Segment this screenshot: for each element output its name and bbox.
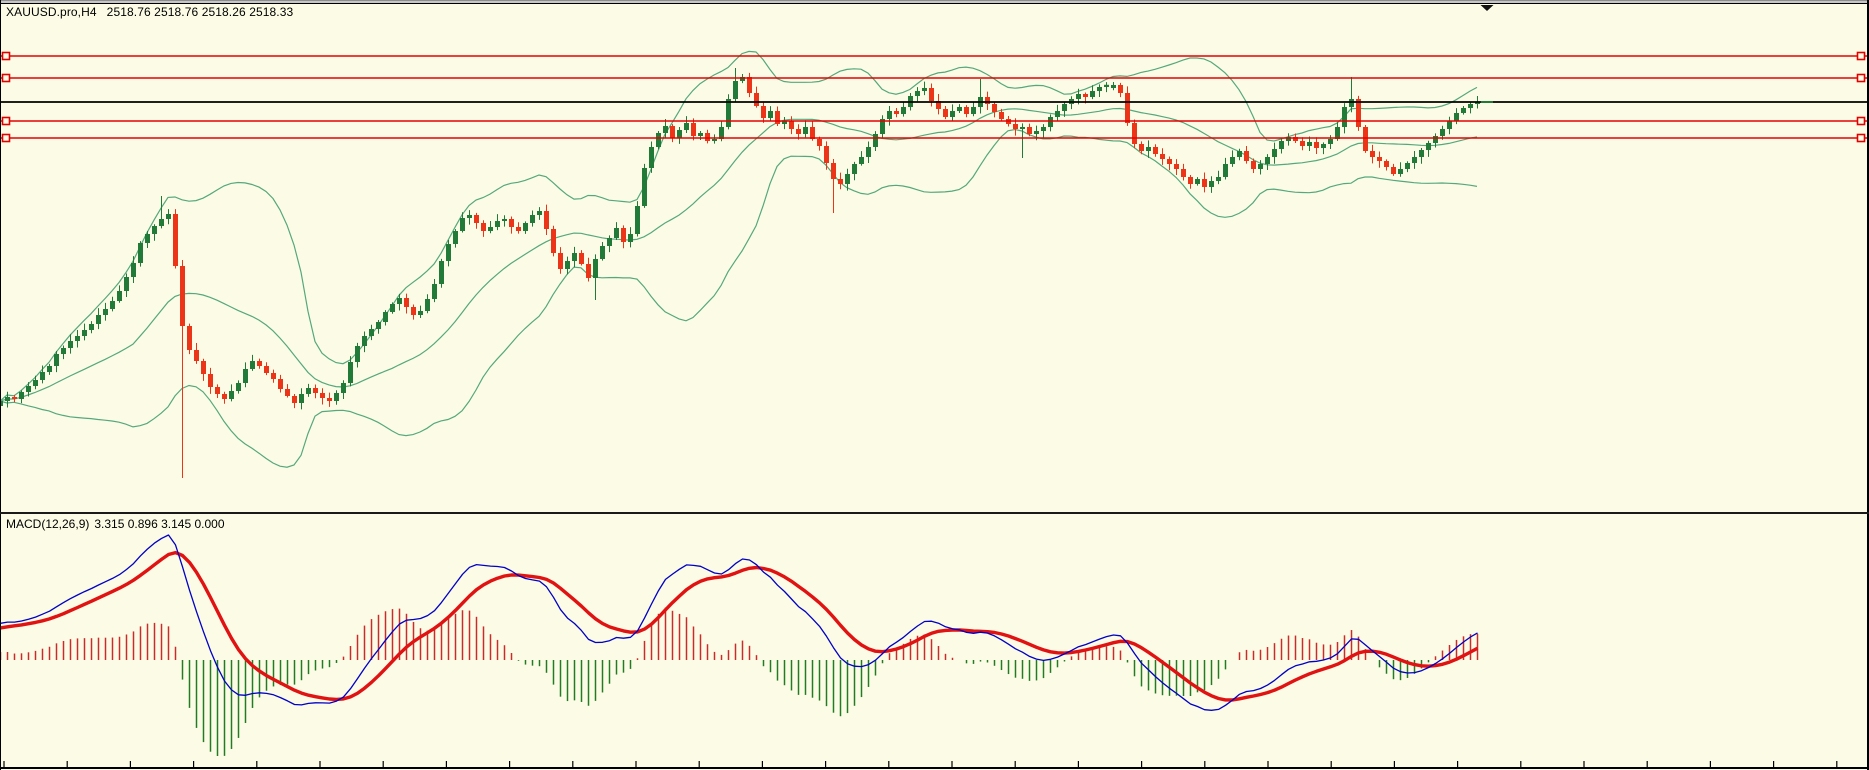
mt4-chart-window: XAUUSD.pro,H4 2518.76 2518.76 2518.26 251… xyxy=(0,0,1869,770)
level-lines-layer[interactable] xyxy=(0,51,1869,143)
macd-indicator-label: MACD(12,26,9) 3.315 0.896 3.145 0.000 xyxy=(6,517,225,531)
symbol-period-label: XAUUSD.pro,H4 xyxy=(6,5,97,19)
chart-frame-bottom xyxy=(0,767,1869,769)
hline-handle[interactable] xyxy=(1856,133,1866,143)
chart-frame-top xyxy=(0,3,1869,4)
ohlc-values: 2518.76 2518.76 2518.26 2518.33 xyxy=(106,5,294,19)
hline-handle[interactable] xyxy=(1856,116,1866,126)
chart-frame-left xyxy=(0,0,1,770)
chart-ohlc-label: XAUUSD.pro,H4 2518.76 2518.76 2518.26 251… xyxy=(6,5,293,19)
hline-handle[interactable] xyxy=(1856,73,1866,83)
candles-layer xyxy=(0,68,1480,478)
hline-handle[interactable] xyxy=(1856,51,1866,61)
macd-histogram-layer xyxy=(0,607,1479,756)
price-and-macd-plot[interactable] xyxy=(0,0,1869,770)
hline-handle[interactable] xyxy=(1,116,11,126)
bollinger-bands-layer xyxy=(0,50,1478,468)
hline-handle[interactable] xyxy=(1,133,11,143)
shift-triangle-icon xyxy=(1480,5,1494,11)
macd-name: MACD(12,26,9) xyxy=(6,517,90,531)
macd-signal-line xyxy=(0,550,1479,702)
chart-shift-marker xyxy=(1480,5,1494,11)
hline-handle[interactable] xyxy=(1,51,11,61)
macd-values: 3.315 0.896 3.145 0.000 xyxy=(94,517,225,531)
macd-lines-layer xyxy=(0,534,1479,711)
hline-handle[interactable] xyxy=(1,73,11,83)
panel-divider[interactable] xyxy=(0,512,1869,514)
